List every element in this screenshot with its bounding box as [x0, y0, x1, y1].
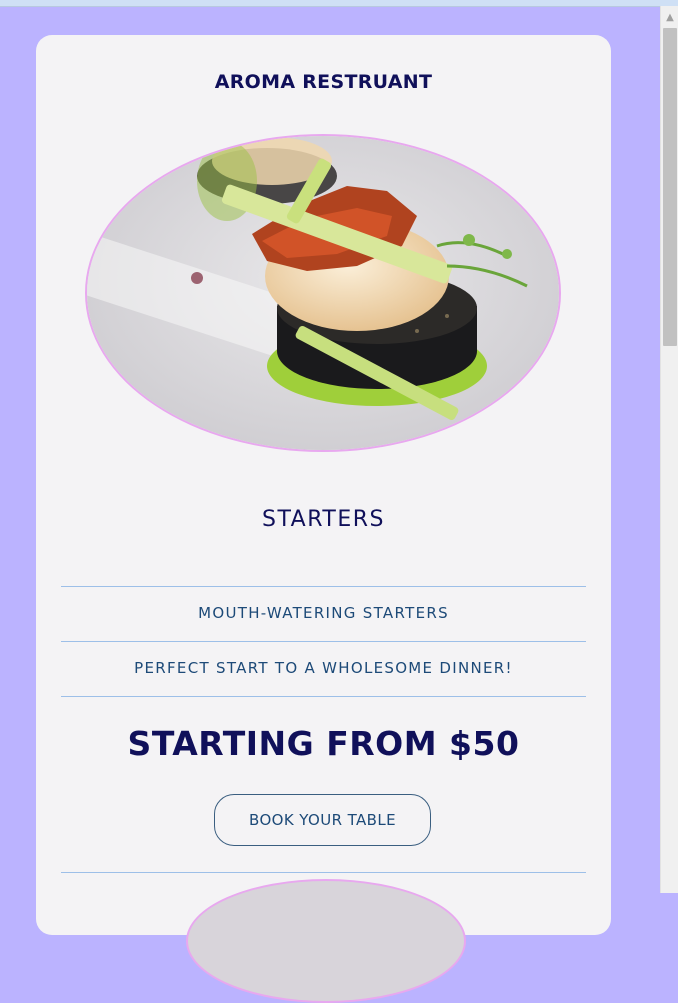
divider — [61, 641, 586, 642]
divider — [61, 872, 586, 873]
section-tagline: PERFECT START TO A WHOLESOME DINNER! — [134, 659, 513, 677]
divider — [61, 696, 586, 697]
price-heading: STARTING FROM $50 — [127, 724, 520, 763]
vertical-scrollbar[interactable]: ▲ — [660, 6, 678, 893]
divider — [61, 586, 586, 587]
section-subtitle: MOUTH-WATERING STARTERS — [198, 604, 449, 622]
book-table-button[interactable]: BOOK YOUR TABLE — [214, 794, 431, 846]
restaurant-name: AROMA RESTRUANT — [214, 71, 433, 93]
arrow-up-icon[interactable]: ▲ — [661, 8, 678, 26]
dish-image — [85, 134, 561, 452]
scallop-dish-photo — [87, 136, 559, 450]
next-dish-image — [186, 879, 466, 1003]
section-title: STARTERS — [261, 507, 386, 532]
browser-top-edge — [0, 0, 678, 7]
menu-card: AROMA RESTRUANT STARTERS MOUTH-WATERING … — [36, 35, 611, 1003]
scrollbar-thumb[interactable] — [663, 28, 677, 346]
